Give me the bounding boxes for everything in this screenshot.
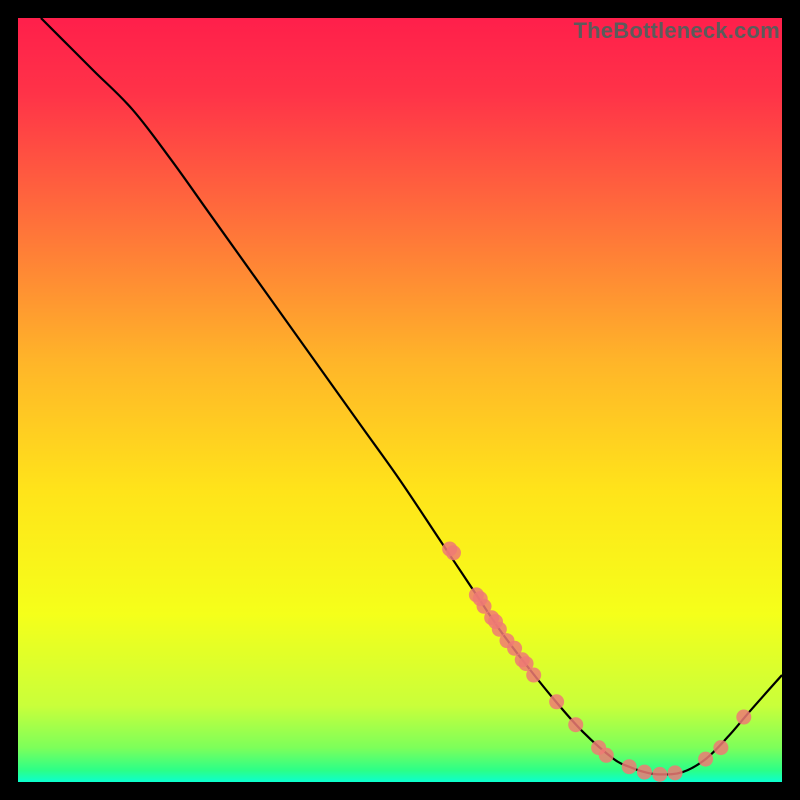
scatter-point (652, 767, 667, 782)
scatter-point (698, 752, 713, 767)
scatter-point (637, 765, 652, 780)
scatter-point (668, 765, 683, 780)
scatter-point (599, 748, 614, 763)
scatter-point (713, 740, 728, 755)
scatter-point (549, 694, 564, 709)
chart-frame: TheBottleneck.com (18, 18, 782, 782)
chart-plot (18, 18, 782, 782)
scatter-point (446, 545, 461, 560)
scatter-point (526, 668, 541, 683)
scatter-point (568, 717, 583, 732)
gradient-background (18, 18, 782, 782)
watermark-text: TheBottleneck.com (574, 18, 780, 44)
scatter-point (622, 759, 637, 774)
scatter-point (736, 710, 751, 725)
